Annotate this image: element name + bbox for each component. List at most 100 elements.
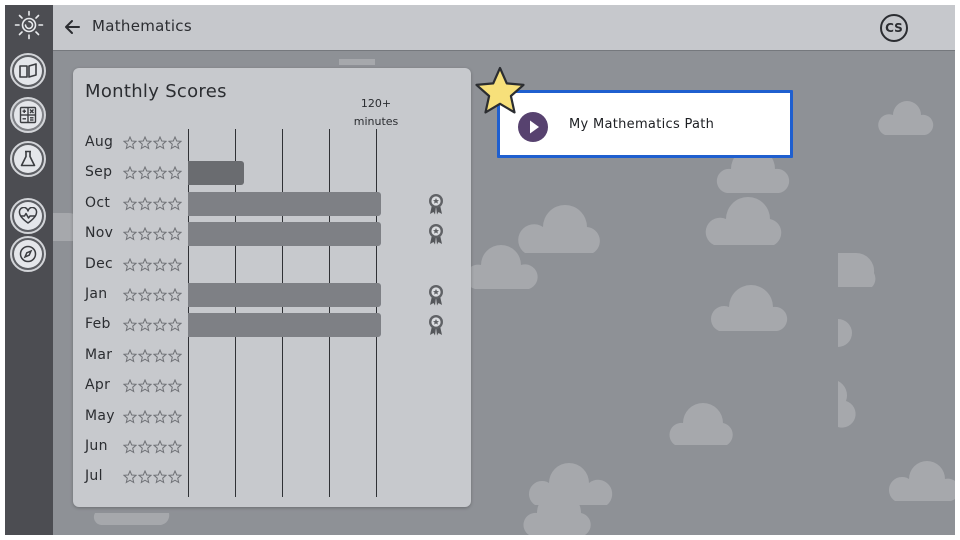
- sun-swirl-logo[interactable]: [14, 10, 44, 40]
- monthly-scores-card: Monthly Scores 120+ minutes Aug Sep Oct Nov…: [73, 68, 471, 507]
- page-title: Mathematics: [92, 17, 192, 35]
- rating-star-icon: [138, 288, 152, 302]
- mathematics-path-card[interactable]: My Mathematics Path: [497, 90, 793, 158]
- user-avatar[interactable]: CS: [880, 14, 908, 42]
- month-label: Jul: [85, 468, 103, 485]
- month-row: Apr: [85, 374, 465, 398]
- rating-star-icon: [153, 318, 167, 332]
- month-label: Nov: [85, 225, 114, 242]
- minutes-bar: [188, 161, 244, 186]
- rating-star-icon: [168, 318, 182, 332]
- star-rating: [123, 470, 182, 484]
- cloud-shape: [878, 101, 934, 135]
- rating-star-icon: [123, 440, 137, 454]
- calculator-icon: [19, 106, 37, 124]
- rating-star-icon: [153, 348, 167, 363]
- star-rating: [123, 227, 182, 241]
- rating-star-icon: [123, 288, 137, 302]
- award-ribbon-icon: [429, 285, 443, 306]
- minutes-legend: 120+ minutes: [343, 95, 409, 131]
- rating-star-icon: [153, 227, 167, 241]
- rating-star-icon: [153, 379, 167, 393]
- sidebar: [5, 5, 53, 535]
- cloud-shape: [838, 319, 852, 347]
- month-row: Aug: [85, 131, 465, 155]
- month-row: Oct: [85, 191, 465, 216]
- month-row: Dec: [85, 253, 465, 277]
- rating-star-icon: [153, 409, 167, 424]
- rating-star-icon: [123, 348, 137, 363]
- compass-icon: [19, 245, 37, 263]
- rating-star-icon: [138, 166, 152, 180]
- month-row: Jul: [85, 465, 465, 489]
- heart-pulse-icon: [18, 207, 38, 224]
- cloud-shape: [518, 205, 600, 253]
- rating-star-icon: [138, 379, 152, 393]
- award-ribbon-icon: [429, 193, 443, 215]
- rating-star-icon: [168, 196, 182, 211]
- flask-icon: [20, 150, 36, 167]
- arrow-left-icon[interactable]: [63, 17, 83, 37]
- rating-star-icon: [153, 470, 167, 484]
- month-label: Jan: [85, 286, 108, 302]
- rating-star-icon: [168, 409, 182, 424]
- month-row: Nov: [85, 222, 465, 247]
- month-row: May: [85, 405, 465, 429]
- month-label: Feb: [85, 316, 111, 333]
- nav-science-button[interactable]: [10, 141, 46, 177]
- rating-star-icon: [138, 440, 152, 454]
- rating-star-icon: [153, 288, 167, 302]
- open-book-icon: [19, 63, 37, 78]
- rating-star-icon: [168, 470, 182, 484]
- cloud-shape: [711, 285, 788, 331]
- rating-star-icon: [153, 440, 167, 454]
- month-row: Mar: [85, 344, 465, 368]
- nav-explore-button[interactable]: [10, 236, 46, 272]
- rating-star-icon: [138, 136, 152, 150]
- top-bar: Mathematics CS: [53, 5, 955, 51]
- month-label: Oct: [85, 194, 111, 211]
- rating-star-icon: [123, 470, 137, 484]
- month-row: Jun: [85, 435, 465, 459]
- cloud-shape: [838, 252, 876, 287]
- rating-star-icon: [123, 227, 137, 241]
- rating-star-icon: [123, 257, 137, 272]
- nav-health-button[interactable]: [10, 198, 46, 234]
- rating-star-icon: [153, 196, 167, 211]
- star-rating: [123, 288, 182, 302]
- nav-reading-button[interactable]: [10, 53, 46, 89]
- rating-star-icon: [168, 136, 182, 150]
- minutes-bar: [188, 191, 381, 216]
- minutes-bar: [188, 222, 381, 247]
- cloud-shape: [339, 59, 375, 65]
- rating-star-icon: [138, 196, 152, 211]
- rating-star-icon: [168, 440, 182, 454]
- award-ribbon-icon: [429, 315, 443, 336]
- month-label: May: [85, 407, 115, 424]
- nav-mathematics-button[interactable]: [10, 97, 46, 133]
- rating-star-icon: [153, 257, 167, 272]
- cloud-shape: [705, 197, 782, 245]
- rating-star-icon: [168, 288, 182, 302]
- star-rating: [123, 257, 182, 272]
- rating-star-icon: [138, 348, 152, 363]
- card-title: Monthly Scores: [85, 81, 227, 102]
- month-row: Feb: [85, 313, 465, 338]
- month-label: Jun: [85, 438, 108, 454]
- star-rating: [123, 166, 182, 180]
- app-window: Mathematics CS Monthly Scores 120+ minut…: [5, 5, 955, 535]
- cloud-shape: [669, 403, 733, 445]
- path-label: My Mathematics Path: [569, 117, 715, 132]
- rating-star-icon: [138, 470, 152, 484]
- rating-star-icon: [168, 257, 182, 272]
- rating-star-icon: [153, 136, 167, 150]
- star-icon: [475, 66, 525, 114]
- rating-star-icon: [168, 227, 182, 241]
- rating-star-icon: [138, 257, 152, 272]
- month-label: Sep: [85, 164, 113, 181]
- rating-star-icon: [123, 166, 137, 180]
- rating-star-icon: [123, 409, 137, 424]
- rating-star-icon: [153, 166, 167, 180]
- rating-star-icon: [138, 409, 152, 424]
- star-rating: [123, 136, 182, 150]
